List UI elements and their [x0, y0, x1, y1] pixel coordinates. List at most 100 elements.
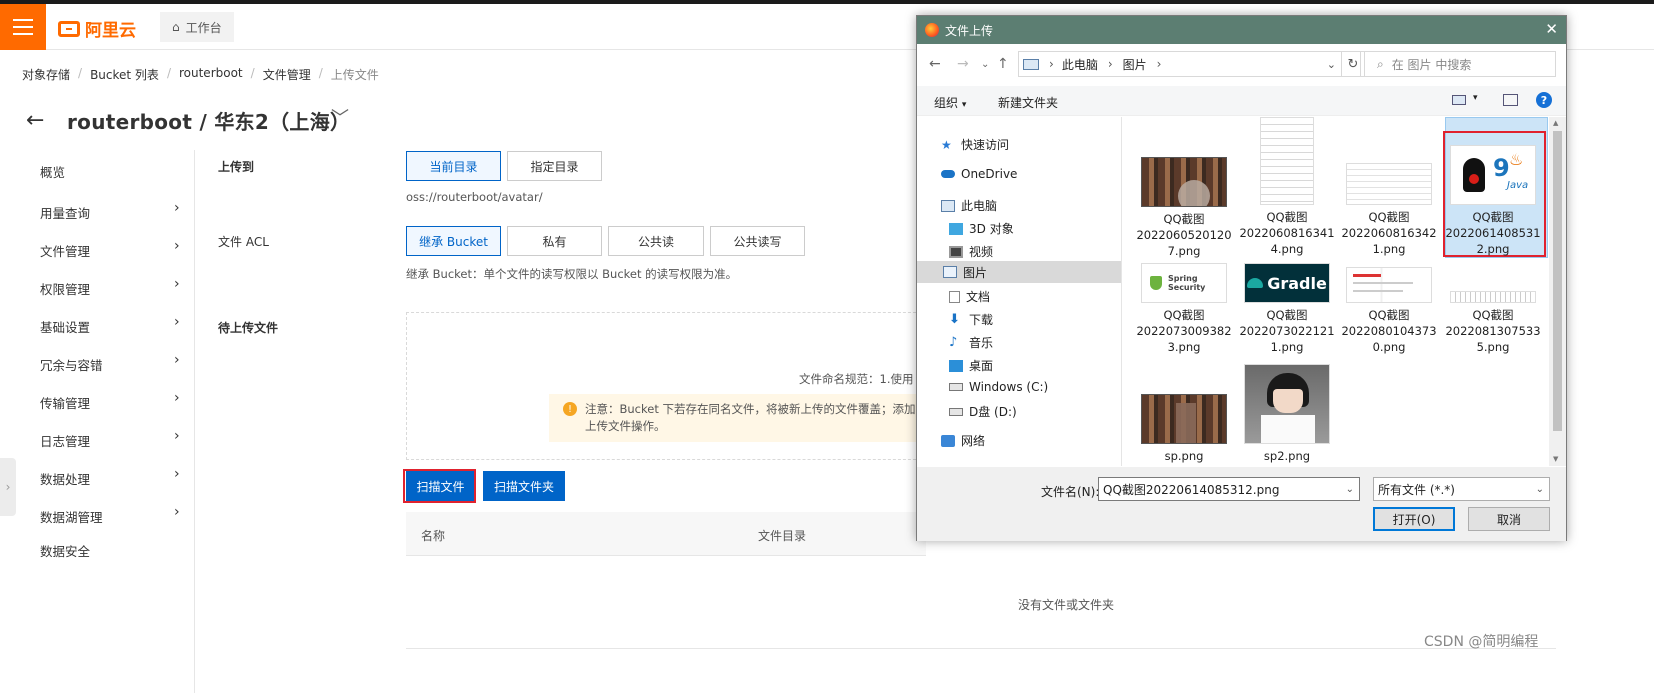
back-icon[interactable]: ← [929, 56, 941, 72]
thumbnail-text: Spring Security [1168, 274, 1206, 292]
acl-inherit-option[interactable]: 继承 Bucket [406, 226, 501, 256]
sidebar-item-data-processing[interactable]: 数据处理 [40, 469, 90, 488]
file-item[interactable]: QQ截图 2022060520120 7.png [1136, 157, 1232, 259]
scroll-down-icon[interactable]: ▼ [1553, 455, 1558, 463]
organize-label: 组织 [934, 96, 959, 110]
file-name-line: QQ截图 [1368, 210, 1410, 224]
address-bar[interactable]: › 此电脑 › 图片 › ⌄ [1018, 51, 1361, 77]
aliyun-logo[interactable]: 阿里云 [58, 16, 136, 41]
workbench-button[interactable]: ⌂ 工作台 [160, 12, 234, 42]
nav-downloads-label: 下载 [969, 313, 994, 327]
file-item[interactable]: Gradle QQ截图 2022073022121 1.png [1239, 263, 1335, 355]
chevron-right-icon: › [174, 504, 180, 520]
file-item[interactable]: sp2.png [1243, 364, 1331, 464]
sidebar-item-permissions[interactable]: 权限管理 [40, 279, 90, 298]
preview-pane-icon[interactable] [1503, 94, 1518, 106]
nav-quick-access[interactable]: ★ 快速访问 [941, 136, 1009, 153]
file-item[interactable]: QQ截图 2022060816341 4.png [1239, 117, 1335, 257]
breadcrumb-bucket[interactable]: routerboot [179, 66, 243, 83]
nav-onedrive[interactable]: OneDrive [941, 167, 1017, 181]
acl-public-read-write-option[interactable]: 公共读写 [710, 226, 805, 256]
current-directory-option[interactable]: 当前目录 [406, 151, 501, 181]
file-item[interactable]: sp.png [1140, 394, 1228, 464]
specified-directory-option[interactable]: 指定目录 [507, 151, 602, 181]
sidebar-item-file-management[interactable]: 文件管理 [40, 241, 90, 260]
nav-drive-c[interactable]: Windows (C:) [949, 380, 1048, 394]
acl-public-read-option[interactable]: 公共读 [608, 226, 704, 256]
breadcrumb-file-management[interactable]: 文件管理 [263, 66, 311, 83]
sidebar-item-basic-settings[interactable]: 基础设置 [40, 317, 90, 336]
nav-downloads[interactable]: ⬇ 下载 [949, 311, 993, 328]
nav-3d-objects[interactable]: 3D 对象 [949, 220, 1014, 237]
new-folder-button[interactable]: 新建文件夹 [998, 94, 1058, 111]
sidebar-item-overview[interactable]: 概览 [40, 162, 65, 181]
nav-documents[interactable]: 文档 [949, 288, 990, 305]
sidebar-item-transfer[interactable]: 传输管理 [40, 393, 90, 412]
chevron-right-icon: › [174, 352, 180, 368]
chevron-right-icon: › [174, 390, 180, 406]
scroll-up-icon[interactable]: ▲ [1553, 119, 1558, 127]
sidebar-item-logs[interactable]: 日志管理 [40, 431, 90, 450]
nav-pictures[interactable]: 图片 [917, 261, 1121, 283]
refresh-icon[interactable]: ↻ [1341, 51, 1365, 77]
breadcrumb-separator: / [166, 66, 171, 80]
cancel-button[interactable]: 取消 [1468, 507, 1550, 531]
file-item[interactable]: Spring Security QQ截图 2022073009382 3.png [1136, 263, 1232, 355]
address-segment-pictures[interactable]: 图片 [1123, 56, 1147, 73]
forward-icon[interactable]: → [957, 56, 969, 72]
breadcrumb-bucket-list[interactable]: Bucket 列表 [90, 66, 159, 83]
nav-drive-d[interactable]: D盘 (D:) [949, 403, 1017, 420]
file-item[interactable]: QQ截图 2022060816342 1.png [1341, 163, 1437, 257]
back-arrow-icon[interactable]: ← [26, 108, 44, 133]
sidebar-collapse-handle[interactable]: › [0, 458, 16, 516]
address-dropdown-icon[interactable]: ⌄ [1327, 58, 1336, 71]
network-icon [941, 434, 955, 447]
nav-desktop[interactable]: 桌面 [949, 357, 993, 374]
file-thumbnail [1244, 364, 1330, 444]
region-dropdown-chevron-icon[interactable]: ﹀ [331, 104, 349, 130]
filename-label: 文件名(N): [1041, 485, 1100, 499]
file-caption: sp2.png [1264, 448, 1310, 464]
menu-hamburger-icon[interactable] [0, 4, 46, 50]
up-icon[interactable]: ↑ [997, 56, 1009, 72]
recent-locations-chevron-icon[interactable]: ⌄ [981, 59, 989, 70]
nav-this-pc[interactable]: 此电脑 [941, 197, 997, 214]
open-button[interactable]: 打开(O) [1373, 507, 1455, 531]
upload-path: oss://routerboot/avatar/ [406, 190, 543, 204]
file-item-selected[interactable]: 9 ♨ Java QQ截图 2022061408531 2.png [1445, 145, 1541, 257]
search-input[interactable]: ⌕ 在 图片 中搜索 [1364, 51, 1556, 77]
file-name-line: QQ截图 [1163, 212, 1205, 226]
chevron-down-icon[interactable]: ⌄ [1346, 484, 1354, 495]
close-icon[interactable]: ✕ [1545, 20, 1558, 38]
scrollbar-thumb[interactable] [1553, 131, 1562, 431]
firefox-icon [925, 23, 939, 37]
file-item[interactable]: QQ截图 2022081307533 5.png [1445, 291, 1541, 355]
sidebar-item-data-lake[interactable]: 数据湖管理 [40, 507, 103, 526]
chevron-right-icon: › [174, 466, 180, 482]
nav-music-label: 音乐 [969, 336, 994, 350]
breadcrumb-oss[interactable]: 对象存储 [22, 66, 70, 83]
help-icon[interactable]: ? [1536, 92, 1552, 108]
file-grid-scrollbar[interactable]: ▲ ▼ [1549, 117, 1566, 466]
sidebar-item-usage[interactable]: 用量查询 [40, 203, 90, 222]
address-segment-pc[interactable]: 此电脑 [1062, 56, 1098, 73]
search-icon: ⌕ [1377, 56, 1384, 71]
chevron-down-icon: ⌄ [1535, 483, 1544, 495]
sidebar-item-data-security[interactable]: 数据安全 [40, 541, 90, 560]
file-item[interactable]: QQ截图 2022080104373 0.png [1341, 267, 1437, 355]
scan-folder-button[interactable]: 扫描文件夹 [483, 471, 565, 501]
nav-music[interactable]: ♪ 音乐 [949, 334, 993, 351]
filename-field[interactable]: QQ截图20220614085312.png ⌄ [1098, 477, 1360, 501]
nav-network[interactable]: 网络 [941, 432, 985, 449]
view-dropdown-caret-icon[interactable]: ▾ [1473, 93, 1478, 103]
view-mode-icon[interactable] [1452, 95, 1466, 105]
sidebar-item-redundancy[interactable]: 冗余与容错 [40, 355, 103, 374]
organize-menu[interactable]: 组织 ▾ [934, 94, 966, 111]
filetype-select[interactable]: 所有文件 (*.*) ⌄ [1373, 477, 1550, 501]
acl-private-option[interactable]: 私有 [507, 226, 602, 256]
chevron-right-icon: › [174, 276, 180, 292]
nav-videos[interactable]: 视频 [949, 243, 993, 260]
breadcrumb: 对象存储 / Bucket 列表 / routerboot / 文件管理 / 上传文件 [22, 66, 379, 83]
chevron-right-icon: › [174, 314, 180, 330]
file-caption: QQ截图 2022061408531 2.png [1445, 209, 1540, 257]
